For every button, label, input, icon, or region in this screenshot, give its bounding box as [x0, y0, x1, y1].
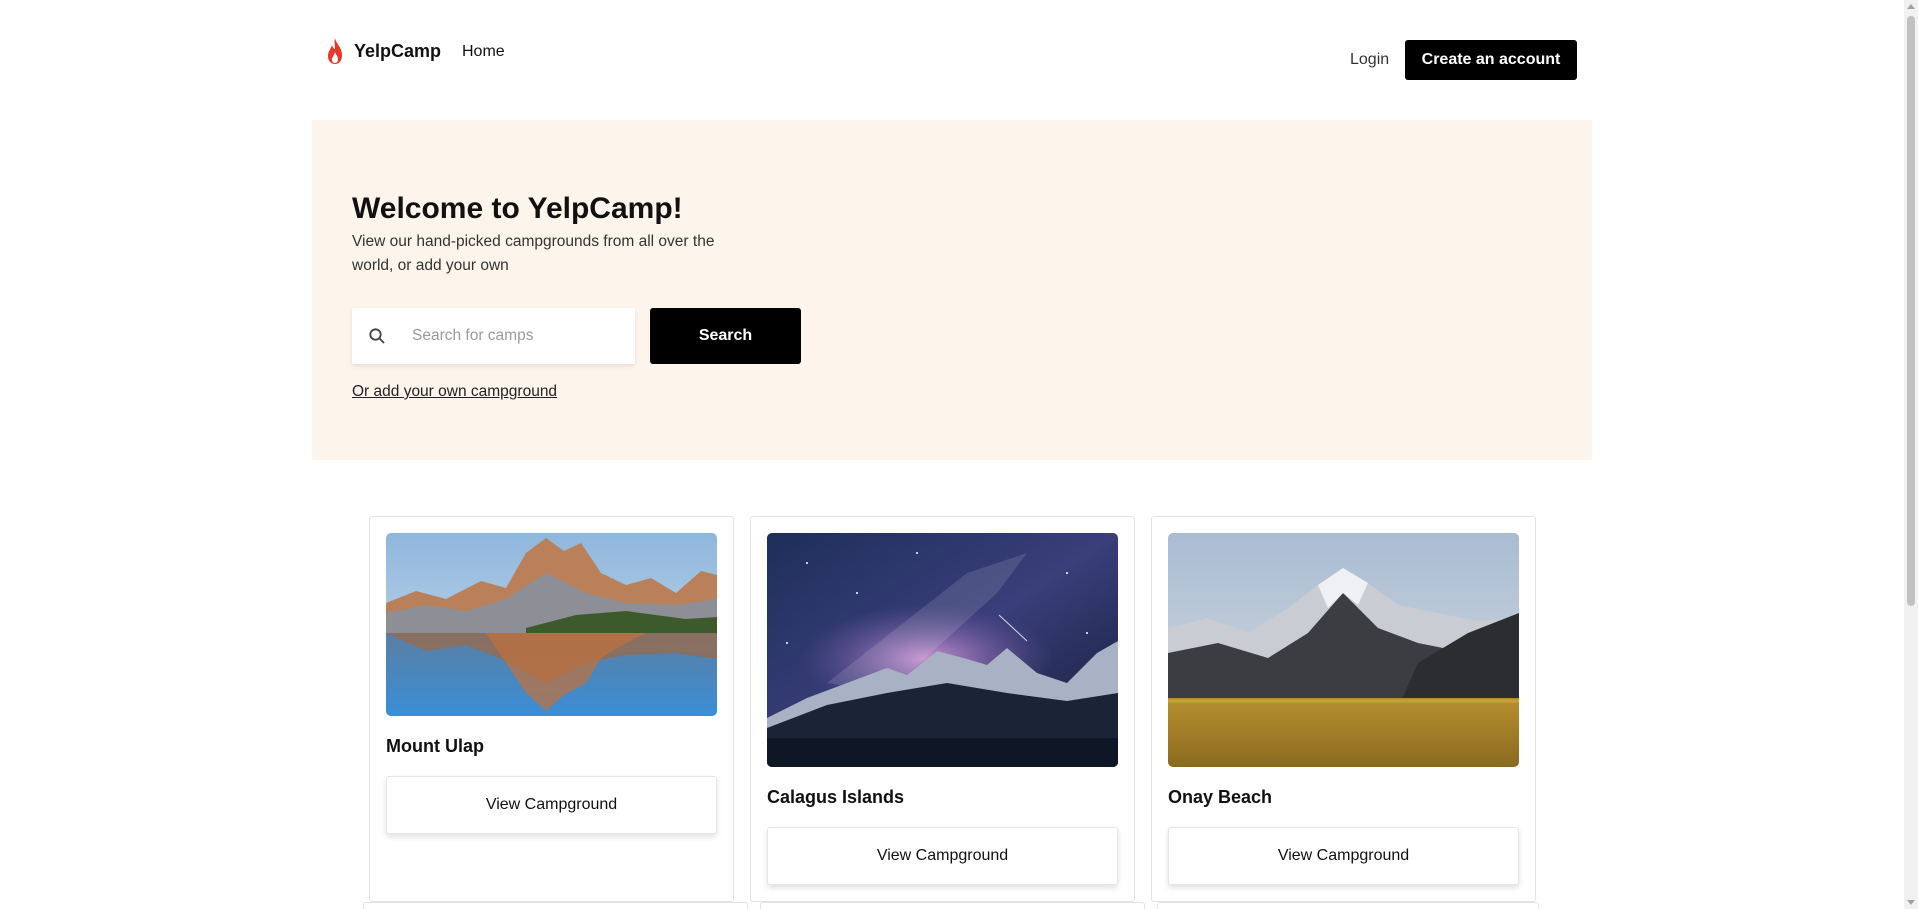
mountain-lake-reflection-image	[386, 533, 717, 716]
brand-name: YelpCamp	[354, 40, 442, 61]
hero-subtitle: View our hand-picked campgrounds from al…	[352, 233, 715, 274]
search-button[interactable]: Search	[650, 308, 801, 364]
hero-section: Welcome to YelpCamp! View our hand-picke…	[312, 120, 1592, 460]
view-campground-button[interactable]: View Campground	[386, 776, 717, 834]
view-campground-button[interactable]: View Campground	[1168, 827, 1519, 885]
campground-name: Mount Ulap	[386, 736, 484, 756]
hero-title: Welcome to YelpCamp!	[352, 192, 683, 225]
search-input[interactable]	[412, 327, 612, 345]
campground-name: Onay Beach	[1168, 787, 1273, 807]
nav-home-link[interactable]: Home	[462, 43, 505, 61]
campground-card: Onay Beach View Campground	[1151, 516, 1536, 902]
search-box[interactable]	[352, 308, 635, 364]
milky-way-mountains-image	[767, 533, 1118, 767]
vertical-scrollbar[interactable]	[1904, 0, 1918, 909]
page: YelpCamp Home Login Create an account We…	[0, 0, 1904, 909]
snowy-mountain-meadow-image	[1168, 533, 1519, 767]
campground-card: Mount Ulap View Campground	[369, 516, 734, 902]
brand[interactable]: YelpCamp	[324, 36, 441, 66]
search-icon	[369, 328, 385, 344]
scroll-thumb[interactable]	[1907, 16, 1915, 606]
scroll-down-arrow-icon[interactable]	[1907, 900, 1915, 905]
view-campground-button[interactable]: View Campground	[767, 827, 1118, 885]
scroll-up-arrow-icon[interactable]	[1907, 4, 1915, 9]
nav-login-link[interactable]: Login	[1350, 51, 1389, 69]
campground-card	[363, 902, 748, 909]
campground-name: Calagus Islands	[767, 787, 905, 807]
flame-icon	[328, 38, 342, 64]
campground-card	[760, 902, 1145, 909]
campground-card: Calagus Islands View Campground	[750, 516, 1135, 902]
create-account-button[interactable]: Create an account	[1405, 40, 1577, 80]
campground-card	[1157, 902, 1539, 909]
add-campground-link[interactable]: Or add your own campground	[352, 383, 557, 401]
